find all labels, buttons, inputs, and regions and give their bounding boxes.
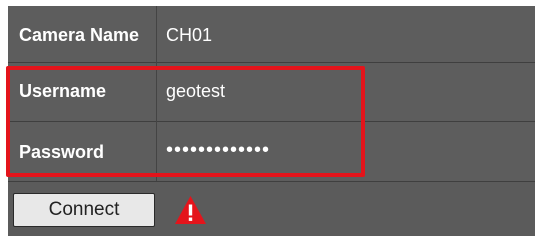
warning-triangle-icon bbox=[175, 196, 206, 224]
row-divider bbox=[8, 181, 535, 182]
camera-name-value[interactable]: CH01 bbox=[166, 24, 212, 46]
camera-name-label: Camera Name bbox=[19, 25, 140, 45]
connect-button[interactable]: Connect bbox=[13, 193, 155, 227]
credentials-highlight-box bbox=[6, 66, 365, 177]
camera-name-row: Camera Name CH01 bbox=[8, 6, 535, 62]
